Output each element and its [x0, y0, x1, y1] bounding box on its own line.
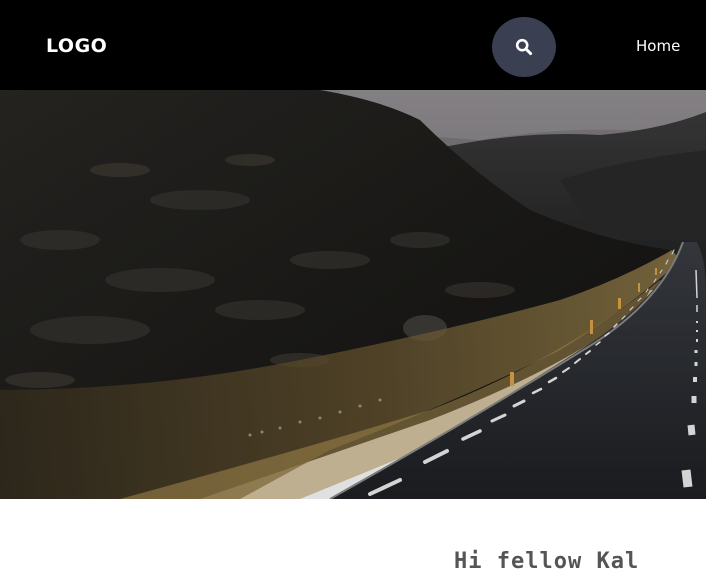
hero-image — [0, 90, 706, 499]
mountain-road-photo — [0, 90, 706, 499]
nav-link-home[interactable]: Home — [636, 37, 680, 55]
logo[interactable]: LOGO — [46, 34, 107, 58]
section-heading: Hi fellow Kal — [454, 549, 640, 574]
site-header: LOGO Home — [0, 0, 706, 90]
search-button[interactable] — [492, 17, 556, 77]
search-icon — [515, 38, 533, 56]
